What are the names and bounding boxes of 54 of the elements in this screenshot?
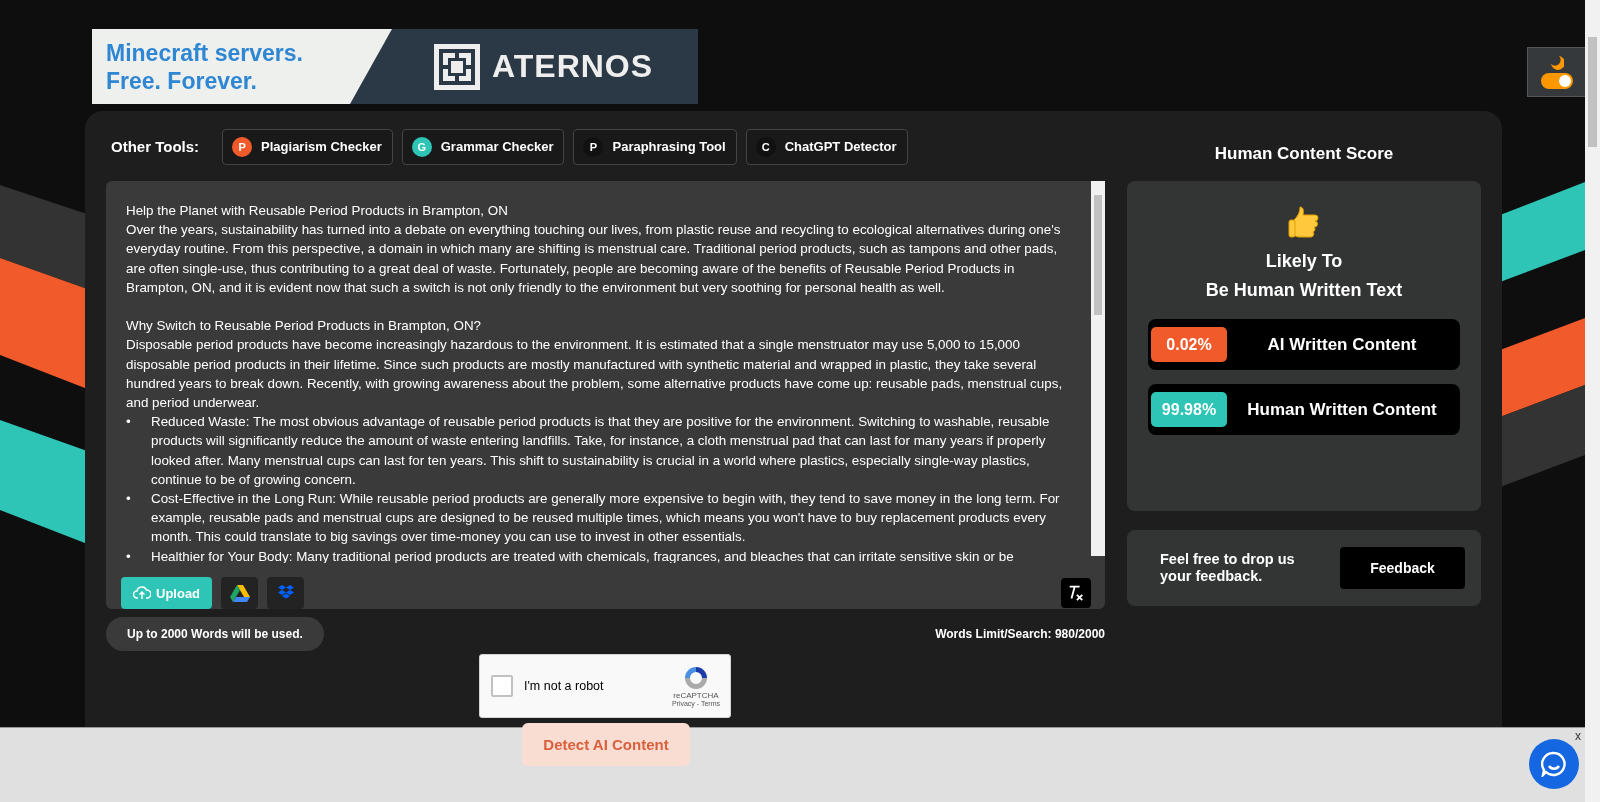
score-title: Human Content Score <box>1213 144 1395 164</box>
feedback-button[interactable]: Feedback <box>1340 547 1465 589</box>
scrollbar[interactable] <box>1091 181 1105 556</box>
clear-format-button[interactable] <box>1061 578 1091 608</box>
tool-letter-icon: P <box>583 136 604 157</box>
ad-tagline: Minecraft servers. <box>106 39 304 67</box>
text-paragraph: Help the Planet with Reusable Period Products in Brampton, ON <box>126 202 509 220</box>
verdict-text: Likely To <box>1265 250 1343 273</box>
ad-banner[interactable]: Minecraft servers. Free. Forever. ATERNOS <box>92 29 698 104</box>
ad-tagline: Free. Forever. <box>106 67 258 95</box>
text-editor[interactable] <box>106 181 1105 609</box>
verdict-text: Be Human Written Text <box>1205 279 1403 302</box>
tool-letter-icon: P <box>232 136 253 157</box>
tool-button[interactable]: P Paraphrasing Tool <box>573 128 737 165</box>
captcha-checkbox[interactable] <box>491 675 513 697</box>
tool-letter-icon: G <box>411 136 432 157</box>
tool-button[interactable]: G Grammar Checker <box>401 128 565 165</box>
chat-icon <box>1541 751 1567 777</box>
result-label: Human Written Content <box>1246 399 1438 420</box>
captcha-brand: reCAPTCHA <box>673 691 719 700</box>
dropbox-button[interactable] <box>267 577 305 609</box>
other-tools-label: Other Tools: <box>111 138 200 155</box>
word-count: Words Limit/Search: 980/2000 <box>935 627 1105 641</box>
tool-letter-icon: C <box>755 136 776 157</box>
drive-button[interactable] <box>221 577 259 609</box>
text-paragraph: Reduced Waste: The most obvious advantage of reusable period products is that they are positive for the environment. Switching to washable, reusable products will significantly reduce the amount of waste entering landfills. Take, for instance, a cloth menstrual pad that can last for many years if properly looked after. Many menstrual cups can last for ten years. This shift to sustainability is crucial in a world where plastics, especially single-way plastics, continue to be of growing concern. <box>151 413 1051 489</box>
percentage-badge: 99.98% <box>1151 392 1227 427</box>
percentage-badge: 0.02% <box>1151 327 1227 362</box>
text-paragraph: Why Switch to Reusable Period Products in Brampton, ON? <box>126 317 482 336</box>
feedback-prompt: Feel free to drop us your feedback. <box>1160 551 1296 585</box>
clear-format-icon <box>1067 583 1085 603</box>
result-label: AI Written Content <box>1266 334 1418 355</box>
text-paragraph: Disposable period products have become increasingly hazardous to the environment. It is estimated that a single menstruator may use 5,000 to 15,000 disposable period products in their lifetime. Since such products are mostly manufactured with synthetic material and wrapped in plastic, they take several hundred years to break down. Recently, with growing awareness about the problem, some alternative products have come up: reusable pads, menstrual cups, and period underwear. <box>126 336 1064 412</box>
logo-icon <box>434 43 480 90</box>
brand-name: ATERNOS <box>492 48 654 85</box>
bullet-mark: • <box>126 413 132 432</box>
theme-toggle[interactable] <box>1540 73 1573 89</box>
close-button[interactable]: x <box>1575 729 1581 743</box>
captcha-label: I'm not a robot <box>524 679 605 693</box>
bullet-mark: • <box>126 490 132 509</box>
page-scrollbar[interactable] <box>1585 0 1600 802</box>
cloud-upload-icon <box>133 586 151 600</box>
triangle-logo-icon <box>229 584 250 602</box>
tool-button[interactable]: C ChatGPT Detector <box>745 128 908 165</box>
text-paragraph: Healthier for Your Body: Many traditional period products are treated with chemicals, fragrances, and bleaches that can irritate sensitive skin or be <box>151 547 1014 563</box>
text-paragraph: Over the years, sustainability has turned into a debate on everything touching our lives, from plastic reuse and recycling to ecological alternatives during one's everyday routine. From this perspective, a domain in which many are shifting is menstrual care. Traditional period products, such as tampons and other pads, are often single-use, thus contributing to a great deal of waste. Fortunately, people are becoming aware of the benefits of Reusable Period Products in Brampton, ON, and it is evident now that such a switch is not only friendly to the environment but very soothing for personal health as well. <box>126 221 1062 297</box>
thumbs-up-icon <box>1288 205 1320 239</box>
text-paragraph: Cost-Effective in the Long Run: While reusable period products are generally more expensive to begin with, they tend to save money in the long term. For example, reusable pads and menstrual cups are designed to be reused multiple times, which means you won't have to buy replacement products every month. This could translate to big savings over time-money you can use to invest in other essentials. <box>151 490 1061 547</box>
word-limit-note: Up to 2000 Words will be used. <box>106 617 324 651</box>
tool-button[interactable]: P Plagiarism Checker <box>222 128 393 165</box>
recaptcha-logo-icon <box>682 665 709 691</box>
box-logo-icon <box>276 585 295 601</box>
moon-icon <box>1549 55 1564 70</box>
bullet-mark: • <box>126 547 132 563</box>
